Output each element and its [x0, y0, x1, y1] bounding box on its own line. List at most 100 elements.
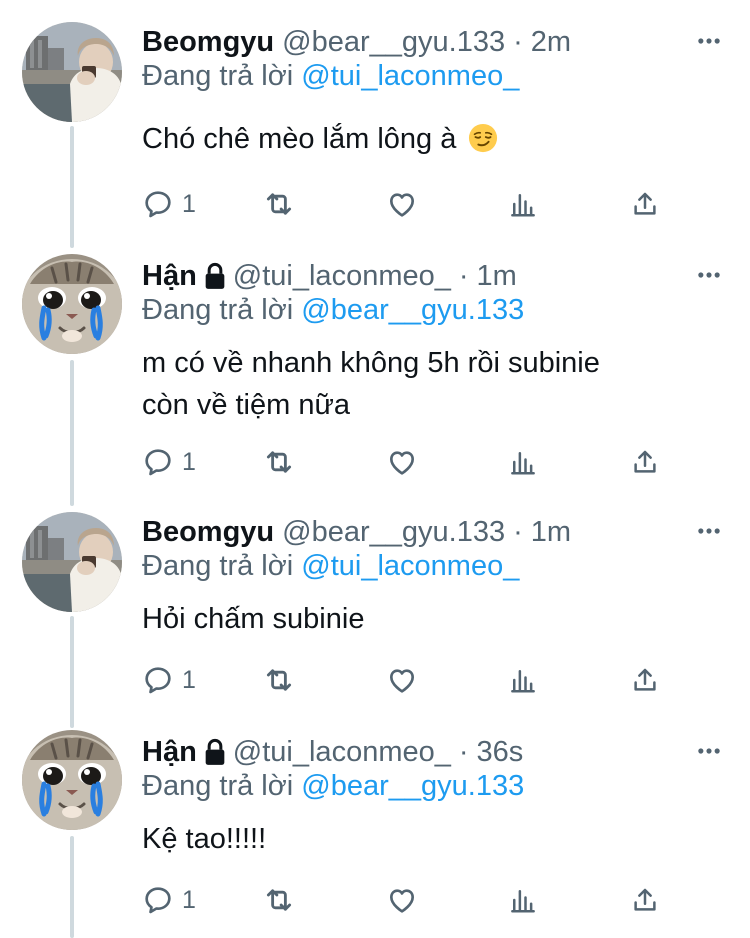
views-button[interactable]	[508, 662, 538, 698]
reply-count: 1	[182, 665, 196, 694]
reply-icon	[142, 446, 174, 478]
lock-icon	[203, 262, 227, 290]
views-button[interactable]	[508, 186, 538, 222]
views-icon	[508, 189, 538, 219]
more-options-button[interactable]	[694, 260, 724, 290]
like-button[interactable]	[386, 662, 418, 698]
heart-icon	[386, 884, 418, 916]
heart-icon	[386, 446, 418, 478]
avatar[interactable]	[22, 22, 122, 122]
replying-to: Đang trả lời @tui_laconmeo_	[142, 550, 519, 583]
avatar-image	[22, 254, 122, 354]
timestamp[interactable]: 1m	[477, 260, 517, 293]
share-icon	[630, 885, 660, 915]
views-icon	[508, 665, 538, 695]
avatar[interactable]	[22, 254, 122, 354]
tweet-text-line: m có về nhanh không 5h rồi subinie	[142, 347, 600, 379]
user-handle[interactable]: @tui_laconmeo_	[233, 260, 451, 293]
tweet-actions: 1	[142, 186, 672, 222]
display-name[interactable]: Beomgyu	[142, 26, 274, 59]
user-handle[interactable]: @bear__gyu.133	[282, 516, 505, 549]
separator-dot: ·	[458, 259, 469, 292]
tweet-text: Chó chê mèo lắm lông à	[142, 118, 712, 160]
lock-icon	[203, 738, 227, 766]
like-button[interactable]	[386, 186, 418, 222]
tweet-header: Hận @tui_laconmeo_ · 36s	[142, 730, 523, 774]
tweet[interactable]: Hận @tui_laconmeo_ · 36s Đang trả lời @b…	[0, 730, 750, 930]
display-name[interactable]: Hận	[142, 260, 197, 293]
reply-icon	[142, 664, 174, 696]
reply-icon	[142, 188, 174, 220]
tweet[interactable]: Beomgyu @bear__gyu.133 · 2m Đang trả lời…	[0, 20, 750, 230]
like-button[interactable]	[386, 882, 418, 918]
tweet[interactable]: Beomgyu @bear__gyu.133 · 1m Đang trả lời…	[0, 510, 750, 710]
reply-button[interactable]: 1	[142, 186, 196, 222]
share-button[interactable]	[630, 186, 660, 222]
reply-button[interactable]: 1	[142, 882, 196, 918]
tweet-text: Kệ tao!!!!!	[142, 818, 712, 860]
user-handle[interactable]: @tui_laconmeo_	[233, 736, 451, 769]
reply-button[interactable]: 1	[142, 662, 196, 698]
more-icon	[695, 261, 723, 289]
avatar[interactable]	[22, 730, 122, 830]
user-handle[interactable]: @bear__gyu.133	[282, 26, 505, 59]
timestamp[interactable]: 1m	[531, 516, 571, 549]
tweet-text-content: Kệ tao!!!!!	[142, 823, 267, 855]
heart-icon	[386, 188, 418, 220]
tweet-header: Hận @tui_laconmeo_ · 1m	[142, 254, 517, 298]
more-icon	[695, 27, 723, 55]
views-button[interactable]	[508, 882, 538, 918]
replying-to-label: Đang trả lời	[142, 294, 294, 326]
more-icon	[695, 737, 723, 765]
replying-to-label: Đang trả lời	[142, 770, 294, 802]
tweet-text-content: Chó chê mèo lắm lông à	[142, 123, 457, 155]
tweet-text: m có về nhanh không 5h rồi subinie còn v…	[142, 342, 712, 426]
share-icon	[630, 447, 660, 477]
retweet-button[interactable]	[262, 186, 296, 222]
avatar-image	[22, 22, 122, 122]
more-options-button[interactable]	[694, 26, 724, 56]
avatar-image	[22, 730, 122, 830]
tweet[interactable]: Hận @tui_laconmeo_ · 1m Đang trả lời @be…	[0, 254, 750, 494]
tweet-actions: 1	[142, 662, 672, 698]
like-button[interactable]	[386, 444, 418, 480]
smirking-face-emoji	[468, 123, 498, 153]
share-button[interactable]	[630, 662, 660, 698]
share-button[interactable]	[630, 882, 660, 918]
reply-count: 1	[182, 189, 196, 218]
separator-dot: ·	[458, 735, 469, 768]
reply-count: 1	[182, 447, 196, 476]
views-button[interactable]	[508, 444, 538, 480]
separator-dot: ·	[513, 515, 523, 548]
mention-link[interactable]: @tui_laconmeo_	[301, 550, 519, 582]
more-options-button[interactable]	[694, 736, 724, 766]
mention-link[interactable]: @bear__gyu.133	[301, 294, 524, 326]
display-name[interactable]: Beomgyu	[142, 516, 274, 549]
reply-icon	[142, 884, 174, 916]
mention-link[interactable]: @tui_laconmeo_	[301, 60, 519, 92]
timestamp[interactable]: 2m	[531, 26, 571, 59]
more-options-button[interactable]	[694, 516, 724, 546]
reply-button[interactable]: 1	[142, 444, 196, 480]
replying-to: Đang trả lời @tui_laconmeo_	[142, 60, 519, 93]
tweet-header: Beomgyu @bear__gyu.133 · 2m	[142, 20, 571, 64]
tweet-text-line: còn về tiệm nữa	[142, 389, 351, 421]
tweet-actions: 1	[142, 882, 672, 918]
replying-to: Đang trả lời @bear__gyu.133	[142, 294, 524, 327]
avatar[interactable]	[22, 512, 122, 612]
tweet-text: Hỏi chấm subinie	[142, 598, 712, 640]
retweet-button[interactable]	[262, 662, 296, 698]
retweet-icon	[262, 883, 296, 917]
timestamp[interactable]: 36s	[477, 736, 524, 769]
mention-link[interactable]: @bear__gyu.133	[301, 770, 524, 802]
display-name[interactable]: Hận	[142, 736, 197, 769]
retweet-icon	[262, 445, 296, 479]
tweet-header: Beomgyu @bear__gyu.133 · 1m	[142, 510, 571, 554]
retweet-button[interactable]	[262, 444, 296, 480]
share-button[interactable]	[630, 444, 660, 480]
views-icon	[508, 885, 538, 915]
heart-icon	[386, 664, 418, 696]
retweet-button[interactable]	[262, 882, 296, 918]
replying-to-label: Đang trả lời	[142, 550, 294, 582]
share-icon	[630, 665, 660, 695]
